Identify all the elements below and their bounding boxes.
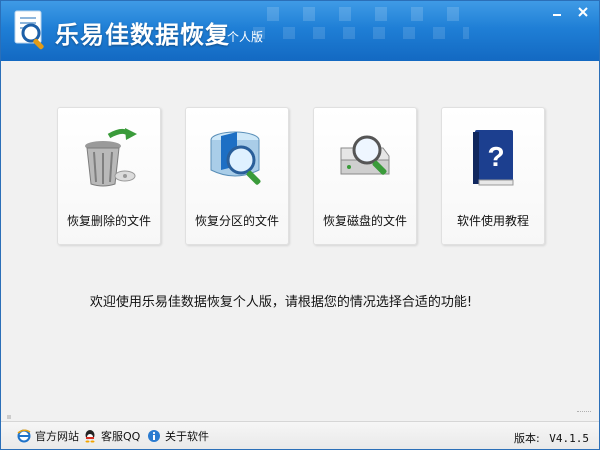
recover-partition-files-button[interactable]: 恢复分区的文件: [185, 107, 289, 245]
software-tutorial-button[interactable]: ? 软件使用教程: [441, 107, 545, 245]
minimize-icon: [553, 14, 561, 16]
recover-deleted-files-label: 恢复删除的文件: [66, 214, 151, 228]
left-edge-marker: [7, 415, 11, 419]
ie-browser-icon: [17, 429, 31, 443]
app-window: 乐易佳数据恢复 个人版 恢复删除的文件 恢复分区的文件 恢复磁盘的文件 ? 软件…: [0, 0, 600, 450]
close-button[interactable]: [573, 4, 593, 20]
qq-penguin-icon: [85, 430, 95, 443]
version-label: 版本:: [514, 432, 540, 445]
app-edition: 个人版: [227, 30, 264, 44]
minimize-button[interactable]: [547, 4, 567, 20]
recover-disk-files-button[interactable]: 恢复磁盘的文件: [313, 107, 417, 245]
partition-search-icon: [210, 131, 261, 185]
version-number: V4.1.5: [549, 432, 589, 445]
app-logo-icon: [14, 10, 44, 50]
svg-text:?: ?: [487, 141, 504, 172]
disk-search-icon: [340, 135, 390, 175]
recover-partition-files-label: 恢复分区的文件: [194, 214, 279, 228]
welcome-message: 欢迎使用乐易佳数据恢复个人版，请根据您的情况选择合适的功能!: [89, 295, 473, 310]
recycle-bin-icon: [85, 128, 137, 187]
version-info: 版本: V4.1.5: [514, 430, 589, 446]
window-controls: [547, 4, 593, 20]
help-book-icon: ?: [473, 130, 514, 186]
about-software-link[interactable]: 关于软件: [147, 428, 209, 444]
resize-grip[interactable]: [577, 411, 591, 414]
official-website-label: 官方网站: [35, 430, 79, 443]
official-website-link[interactable]: 官方网站: [17, 428, 79, 444]
status-bar: 官方网站 客服QQ 关于软件 版本: V4.1.5: [1, 421, 599, 449]
info-icon: [148, 430, 160, 442]
close-icon: [578, 7, 588, 17]
title-bar[interactable]: 乐易佳数据恢复 个人版: [1, 1, 599, 61]
customer-service-qq-link[interactable]: 客服QQ: [83, 428, 140, 444]
recover-disk-files-label: 恢复磁盘的文件: [322, 214, 407, 228]
software-tutorial-label: 软件使用教程: [456, 214, 529, 228]
about-software-label: 关于软件: [165, 430, 209, 443]
title-bar-decoration: [249, 1, 469, 61]
customer-service-qq-label: 客服QQ: [101, 430, 141, 443]
recover-deleted-files-button[interactable]: 恢复删除的文件: [57, 107, 161, 245]
main-content: 恢复删除的文件 恢复分区的文件 恢复磁盘的文件 ? 软件使用教程 欢迎使用乐易佳…: [1, 61, 599, 421]
app-title: 乐易佳数据恢复: [55, 21, 230, 49]
